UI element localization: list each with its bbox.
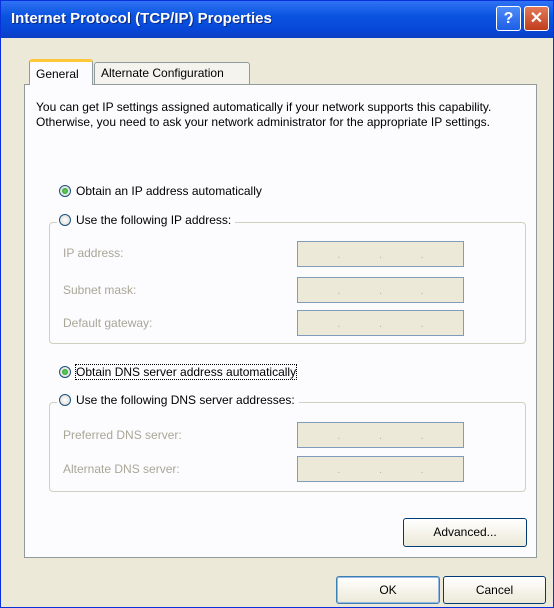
obtain-ip-auto-radio[interactable]: Obtain an IP address automatically xyxy=(59,184,262,198)
use-following-ip-radio[interactable]: Use the following IP address: xyxy=(57,213,236,227)
close-icon[interactable]: ✕ xyxy=(524,6,549,31)
subnet-mask-field[interactable]: ... xyxy=(297,277,464,303)
obtain-dns-auto-radio[interactable]: Obtain DNS server address automatically xyxy=(59,364,298,380)
subnet-mask-label: Subnet mask: xyxy=(63,283,137,297)
alternate-dns-label: Alternate DNS server: xyxy=(63,462,180,476)
ip-address-label: IP address: xyxy=(63,246,124,260)
tab-general[interactable]: General xyxy=(29,59,93,85)
help-icon[interactable]: ? xyxy=(496,6,521,31)
ip-address-field[interactable]: ... xyxy=(297,241,464,267)
use-following-dns-radio[interactable]: Use the following DNS server addresses: xyxy=(57,393,299,407)
use-following-ip-label: Use the following IP address: xyxy=(76,213,232,227)
description-text: You can get IP settings assigned automat… xyxy=(36,100,492,129)
use-following-dns-label: Use the following DNS server addresses: xyxy=(76,393,295,407)
preferred-dns-label: Preferred DNS server: xyxy=(63,428,182,442)
radio-selected-icon xyxy=(59,366,71,378)
ok-button[interactable]: OK xyxy=(336,576,440,604)
tcpip-properties-dialog: Internet Protocol (TCP/IP) Properties ? … xyxy=(0,0,554,608)
window-title: Internet Protocol (TCP/IP) Properties xyxy=(11,10,272,27)
radio-unselected-icon xyxy=(59,214,71,226)
alternate-dns-field[interactable]: ... xyxy=(297,456,464,482)
title-bar: Internet Protocol (TCP/IP) Properties ? … xyxy=(1,1,553,38)
radio-unselected-icon xyxy=(59,394,71,406)
preferred-dns-field[interactable]: ... xyxy=(297,422,464,448)
tab-alternate-configuration[interactable]: Alternate Configuration xyxy=(94,62,250,84)
advanced-button[interactable]: Advanced... xyxy=(403,518,527,547)
obtain-ip-auto-label: Obtain an IP address automatically xyxy=(76,184,262,198)
cancel-button[interactable]: Cancel xyxy=(443,576,546,604)
default-gateway-field[interactable]: ... xyxy=(297,310,464,336)
default-gateway-label: Default gateway: xyxy=(63,316,153,330)
radio-selected-icon xyxy=(59,185,71,197)
obtain-dns-auto-label: Obtain DNS server address automatically xyxy=(74,364,298,380)
